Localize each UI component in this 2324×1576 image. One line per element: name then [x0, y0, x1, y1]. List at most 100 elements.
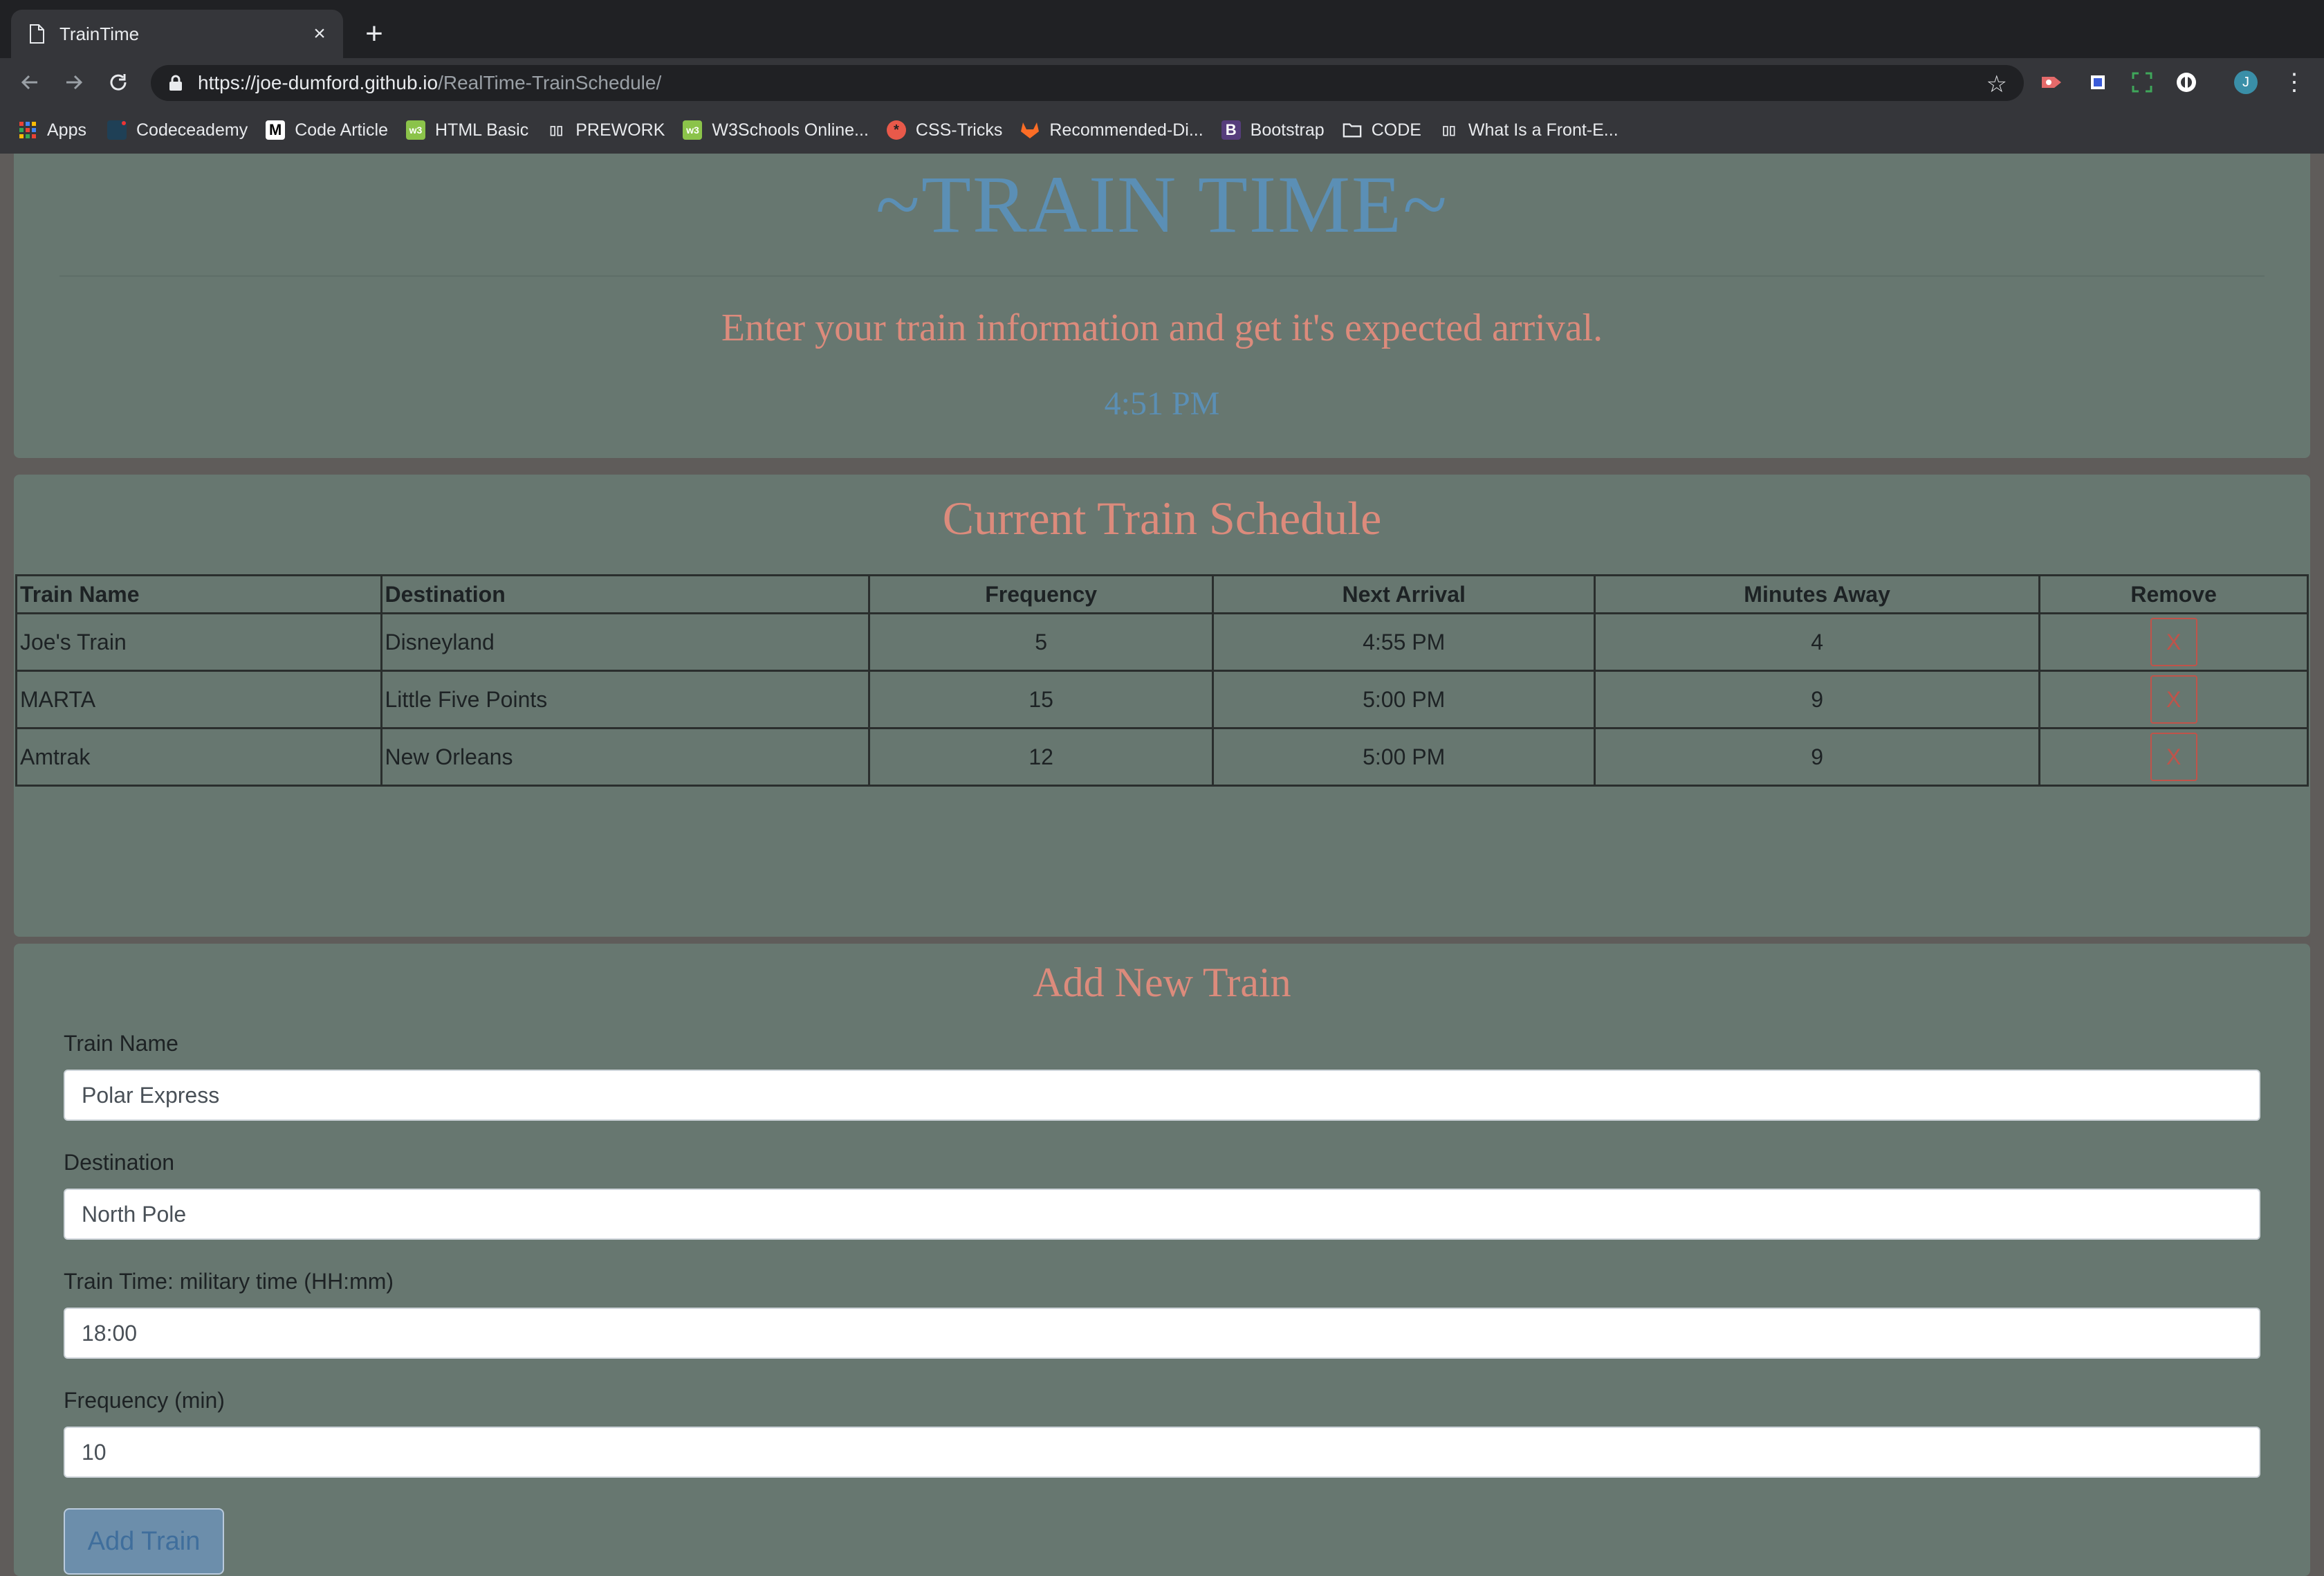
- bookmark-label: Bootstrap: [1250, 120, 1325, 140]
- folder-icon: [1343, 120, 1362, 140]
- cell-remove: X: [2038, 727, 2309, 787]
- lock-icon: [169, 75, 183, 91]
- column-header-minutes-away: Minutes Away: [1593, 574, 2041, 614]
- document-icon: [29, 24, 44, 44]
- bookmark-label: PREWORK: [575, 120, 665, 140]
- cell-frequency: 12: [867, 727, 1215, 787]
- bookmark-label: W3Schools Online...: [712, 120, 869, 140]
- w3schools-icon: w3: [406, 120, 425, 140]
- cell-minutes-away: 9: [1593, 670, 2041, 729]
- bootstrap-icon: B: [1221, 120, 1241, 140]
- cell-destination: New Orleans: [380, 727, 870, 787]
- cell-minutes-away: 9: [1593, 727, 2041, 787]
- frequency-label: Frequency (min): [64, 1388, 225, 1413]
- codecademy-icon: [107, 120, 127, 140]
- column-header-next-arrival: Next Arrival: [1212, 574, 1596, 614]
- css-tricks-icon: *: [886, 120, 906, 140]
- column-header-destination: Destination: [380, 574, 870, 614]
- browser-toolbar: https://joe-dumford.github.io/RealTime-T…: [0, 58, 2324, 107]
- bookmark-label: HTML Basic: [435, 120, 529, 140]
- cell-next-arrival: 4:55 PM: [1212, 612, 1596, 672]
- cell-remove: X: [2038, 612, 2309, 672]
- cell-destination: Little Five Points: [380, 670, 870, 729]
- page-content: ~TRAIN TIME~ Enter your train informatio…: [0, 154, 2324, 1576]
- form-group-destination: Destination North Pole: [64, 1150, 2260, 1240]
- bookmark-codecademy[interactable]: Codeceademy: [107, 120, 248, 140]
- book-icon: ▯▯: [549, 122, 564, 137]
- add-train-panel: Add New Train Train Name Polar Express D…: [14, 944, 2310, 1576]
- train-table: Train Name Destination Frequency Next Ar…: [15, 574, 2309, 787]
- bookmark-bootstrap[interactable]: B Bootstrap: [1221, 120, 1325, 140]
- column-header-remove: Remove: [2038, 574, 2309, 614]
- bookmark-label: CODE: [1371, 120, 1421, 140]
- bookmark-recommended[interactable]: Recommended-Di...: [1020, 120, 1204, 140]
- browser-tab[interactable]: TrainTime ×: [11, 10, 343, 58]
- bookmark-html-basic[interactable]: w3 HTML Basic: [406, 120, 528, 140]
- gitlab-icon: [1020, 120, 1040, 140]
- bookmarks-bar: Apps Codeceademy M Code Article w3 HTML …: [0, 107, 2324, 154]
- lead-text: Enter your train information and get it'…: [721, 306, 1603, 349]
- reload-icon[interactable]: [102, 66, 134, 98]
- train-name-input[interactable]: Polar Express: [64, 1070, 2260, 1121]
- bookmark-label: Recommended-Di...: [1049, 120, 1204, 140]
- bookmark-star-icon[interactable]: ☆: [1986, 71, 2007, 98]
- column-header-frequency: Frequency: [867, 574, 1215, 614]
- bookmark-apps[interactable]: Apps: [18, 120, 86, 140]
- cell-minutes-away: 4: [1593, 612, 2041, 672]
- medium-icon: M: [266, 120, 286, 140]
- cell-train-name: Amtrak: [15, 727, 382, 787]
- current-time: 4:51 PM: [1104, 385, 1220, 422]
- tab-title: TrainTime: [59, 23, 140, 44]
- schedule-panel: Current Train Schedule Train Name Destin…: [14, 475, 2310, 937]
- browser-tab-strip: TrainTime × +: [0, 0, 2324, 58]
- column-header-train-name: Train Name: [15, 574, 382, 614]
- table-header-row: Train Name Destination Frequency Next Ar…: [15, 574, 2309, 614]
- more-menu-icon[interactable]: ⋮: [2282, 69, 2306, 95]
- page-title: ~TRAIN TIME~: [876, 159, 1448, 250]
- bookmark-front-end[interactable]: ▯▯ What Is a Front-E...: [1439, 120, 1618, 140]
- add-train-button[interactable]: Add Train: [64, 1508, 224, 1575]
- extension-screenshot-icon[interactable]: [2130, 71, 2154, 94]
- form-group-train-name: Train Name Polar Express: [64, 1031, 2260, 1121]
- add-train-title: Add New Train: [1033, 960, 1291, 1005]
- url-text: https://joe-dumford.github.io/RealTime-T…: [198, 72, 661, 94]
- extension-circle-icon[interactable]: [2175, 71, 2198, 94]
- extension-record-icon[interactable]: [2040, 71, 2064, 94]
- cell-destination: Disneyland: [380, 612, 870, 672]
- bookmark-prework[interactable]: ▯▯ PREWORK: [546, 120, 665, 140]
- schedule-title: Current Train Schedule: [942, 492, 1382, 544]
- cell-frequency: 15: [867, 670, 1215, 729]
- address-bar[interactable]: https://joe-dumford.github.io/RealTime-T…: [151, 65, 2024, 101]
- train-name-label: Train Name: [64, 1031, 178, 1056]
- bookmark-css-tricks[interactable]: * CSS-Tricks: [886, 120, 1002, 140]
- remove-train-button[interactable]: X: [2150, 618, 2197, 666]
- close-tab-icon[interactable]: ×: [306, 20, 333, 48]
- cell-frequency: 5: [867, 612, 1215, 672]
- url-host: https://joe-dumford.github.io: [198, 72, 439, 93]
- bookmark-code-folder[interactable]: CODE: [1343, 120, 1421, 140]
- bookmark-code-article[interactable]: M Code Article: [266, 120, 388, 140]
- table-row: Amtrak New Orleans 12 5:00 PM 9 X: [15, 727, 2309, 787]
- remove-train-button[interactable]: X: [2150, 733, 2197, 781]
- table-row: Joe's Train Disneyland 5 4:55 PM 4 X: [15, 612, 2309, 672]
- w3schools-icon: w3: [683, 120, 703, 140]
- cell-train-name: Joe's Train: [15, 612, 382, 672]
- cell-train-name: MARTA: [15, 670, 382, 729]
- destination-input[interactable]: North Pole: [64, 1189, 2260, 1240]
- bookmark-w3schools[interactable]: w3 W3Schools Online...: [683, 120, 869, 140]
- form-group-train-time: Train Time: military time (HH:mm) 18:00: [64, 1269, 2260, 1359]
- back-arrow-icon[interactable]: [14, 66, 46, 98]
- bookmark-label: Codeceademy: [136, 120, 248, 140]
- form-group-frequency: Frequency (min) 10: [64, 1388, 2260, 1478]
- extension-square-icon[interactable]: [2086, 71, 2110, 94]
- remove-train-button[interactable]: X: [2150, 675, 2197, 724]
- url-path: /RealTime-TrainSchedule/: [438, 72, 662, 93]
- bookmark-label: What Is a Front-E...: [1468, 120, 1618, 140]
- cell-remove: X: [2038, 670, 2309, 729]
- book-icon: ▯▯: [1442, 122, 1456, 137]
- forward-arrow-icon[interactable]: [58, 66, 90, 98]
- new-tab-button[interactable]: +: [357, 17, 391, 51]
- frequency-input[interactable]: 10: [64, 1427, 2260, 1478]
- train-time-input[interactable]: 18:00: [64, 1308, 2260, 1359]
- profile-avatar[interactable]: J: [2234, 71, 2258, 94]
